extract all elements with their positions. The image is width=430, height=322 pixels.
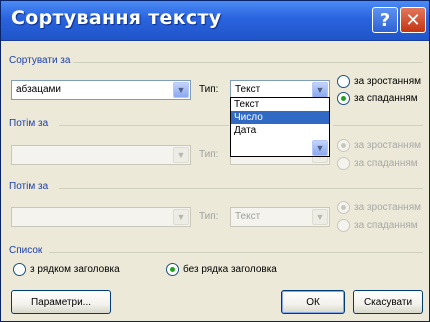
sort-by-field-select[interactable]: абзацами ▼ xyxy=(11,80,191,100)
chevron-down-icon[interactable]: ▼ xyxy=(312,82,328,98)
dropdown-option-date[interactable]: Дата xyxy=(231,124,329,137)
radio-circle[interactable] xyxy=(337,139,350,152)
radio-circle[interactable] xyxy=(13,263,26,276)
then-by-2-field-select[interactable]: ▼ xyxy=(11,207,191,227)
cancel-button[interactable]: Скасувати xyxy=(353,290,423,314)
then-by-1-ascending-radio[interactable]: за зростанням xyxy=(337,139,421,152)
sort-by-type-label: Тип: xyxy=(199,84,219,95)
list-divider xyxy=(49,252,423,253)
help-icon: ? xyxy=(379,9,391,31)
without-header-radio[interactable]: без рядка заголовка xyxy=(166,263,277,276)
then-by-1-descending-radio[interactable]: за спаданням xyxy=(337,157,418,170)
then-by-2-ascending-radio[interactable]: за зростанням xyxy=(337,201,421,214)
sort-by-divider xyxy=(73,62,423,63)
radio-circle[interactable] xyxy=(337,92,350,105)
radio-circle[interactable] xyxy=(337,219,350,232)
then-by-2-type-value: Текст xyxy=(235,211,261,222)
close-icon: ✕ xyxy=(405,9,421,31)
radio-circle[interactable] xyxy=(337,201,350,214)
with-header-radio[interactable]: з рядком заголовка xyxy=(13,263,120,276)
dropdown-option-number[interactable]: Число xyxy=(231,111,329,124)
sort-text-dialog: Сортування тексту ? ✕ Сортувати за абзац… xyxy=(0,0,430,322)
ok-button[interactable]: ОК xyxy=(281,290,345,314)
chevron-down-icon[interactable]: ▼ xyxy=(173,209,189,225)
then-by-2-descending-radio[interactable]: за спаданням xyxy=(337,219,418,232)
sort-by-descending-radio[interactable]: за спаданням xyxy=(337,92,418,105)
radio-circle[interactable] xyxy=(337,157,350,170)
type-dropdown-list[interactable]: Текст Число Дата ▼ xyxy=(230,97,330,157)
close-button[interactable]: ✕ xyxy=(400,7,426,33)
dialog-title: Сортування тексту xyxy=(11,7,222,29)
sort-by-ascending-radio[interactable]: за зростанням xyxy=(337,75,421,88)
then-by-1-type-label: Тип: xyxy=(199,149,219,160)
chevron-down-icon[interactable]: ▼ xyxy=(173,82,189,98)
dropdown-option-text[interactable]: Текст xyxy=(231,98,329,111)
title-bar[interactable]: Сортування тексту ? ✕ xyxy=(1,1,429,41)
then-by-2-divider xyxy=(59,188,423,189)
sort-by-label: Сортувати за xyxy=(9,55,71,66)
then-by-2-type-select[interactable]: Текст ▼ xyxy=(230,207,330,227)
chevron-down-icon[interactable]: ▼ xyxy=(312,209,328,225)
chevron-down-icon[interactable]: ▼ xyxy=(173,147,189,163)
sort-by-field-value: абзацами xyxy=(16,84,61,95)
then-by-2-label: Потім за xyxy=(9,181,49,192)
options-button[interactable]: Параметри... xyxy=(11,290,111,314)
then-by-1-divider xyxy=(59,125,229,126)
then-by-1-field-select[interactable]: ▼ xyxy=(11,145,191,165)
list-label: Список xyxy=(9,245,43,256)
then-by-1-label: Потім за xyxy=(9,118,49,129)
sort-by-type-value: Текст xyxy=(235,84,261,95)
chevron-down-icon[interactable]: ▼ xyxy=(312,140,328,156)
help-button[interactable]: ? xyxy=(372,7,398,33)
radio-circle[interactable] xyxy=(337,75,350,88)
then-by-1-divider-right xyxy=(333,125,423,126)
then-by-2-type-label: Тип: xyxy=(199,211,219,222)
radio-circle[interactable] xyxy=(166,263,179,276)
